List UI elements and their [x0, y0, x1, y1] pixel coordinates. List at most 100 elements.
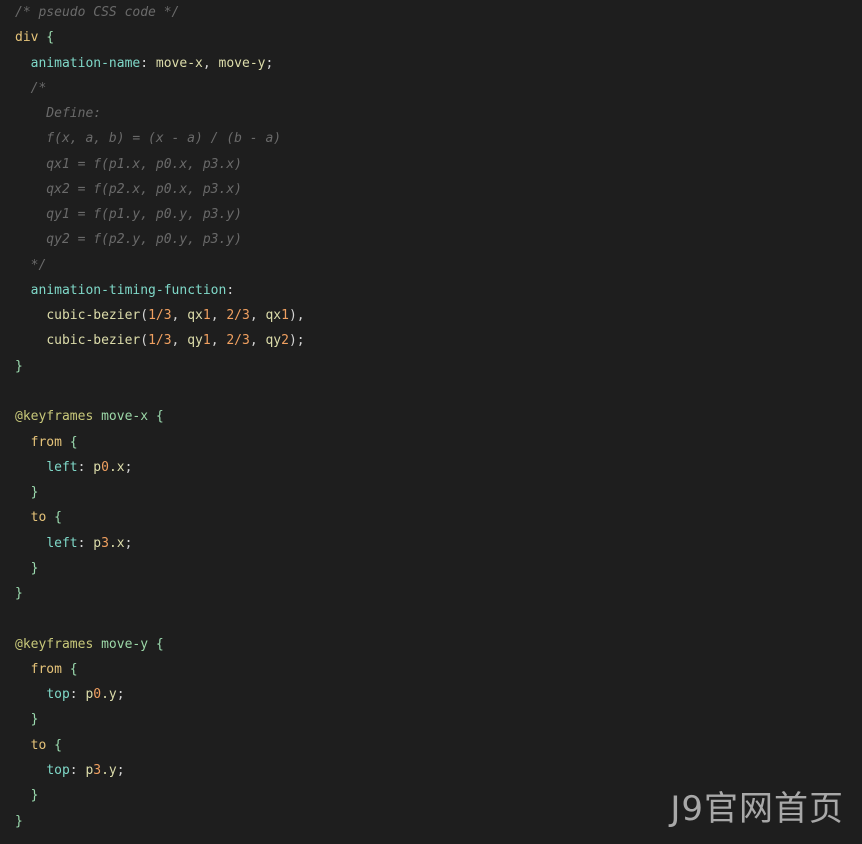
code-token: to — [30, 737, 47, 753]
code-line: @keyframes move-y { — [15, 632, 305, 657]
code-token: 2/3 — [226, 308, 250, 324]
code-line: } — [15, 809, 305, 834]
code-line: from { — [15, 657, 305, 682]
code-line: } — [15, 707, 305, 732]
code-token: ( — [140, 308, 149, 324]
code-token: Define: — [15, 106, 102, 122]
code-token: ; — [116, 762, 125, 778]
code-token: 1/3 — [148, 333, 172, 349]
code-token: .y — [101, 762, 117, 778]
code-line: } — [15, 556, 305, 581]
code-token: div — [15, 30, 39, 46]
code-token: } — [15, 485, 39, 501]
code-line: /* — [15, 76, 305, 101]
code-token: 1 — [202, 333, 211, 349]
code-token: { — [46, 737, 62, 753]
code-token: 3 — [93, 762, 102, 778]
code-line: top: p0.y; — [15, 682, 305, 707]
code-line: left: p3.x; — [15, 531, 305, 556]
code-line: */ — [15, 253, 305, 278]
code-token: 0 — [93, 687, 102, 703]
code-line: to { — [15, 733, 305, 758]
code-token: , — [210, 308, 227, 324]
code-token: { — [148, 636, 164, 652]
code-line: qx2 = f(p2.x, p0.x, p3.x) — [15, 177, 305, 202]
code-token: : — [77, 459, 94, 475]
code-token: , — [249, 308, 266, 324]
code-token: } — [15, 788, 39, 804]
code-token: .y — [101, 687, 117, 703]
code-token: { — [148, 409, 164, 425]
code-token: 1 — [202, 308, 211, 324]
code-line: } — [15, 783, 305, 808]
code-token: move-y — [218, 55, 266, 71]
code-token: , — [171, 308, 188, 324]
code-token: : — [77, 535, 94, 551]
code-token: left — [46, 459, 78, 475]
code-token: 3 — [101, 535, 109, 551]
code-token: cubic-bezier — [46, 308, 141, 324]
code-token: move-x — [155, 55, 203, 71]
code-token: , — [210, 333, 227, 349]
code-line: from { — [15, 430, 305, 455]
code-line: qy2 = f(p2.y, p0.y, p3.y) — [15, 227, 305, 252]
code-token: , — [171, 333, 188, 349]
code-token: 2 — [281, 333, 289, 349]
code-token: : — [140, 55, 156, 71]
code-line: } — [15, 354, 305, 379]
code-line: Define: — [15, 101, 305, 126]
code-token: top — [46, 687, 70, 703]
code-token: qy2 = f(p2.y, p0.y, p3.y) — [15, 232, 242, 248]
code-token: ; — [124, 535, 133, 551]
code-token: from — [30, 434, 62, 450]
code-line: cubic-bezier(1/3, qx1, 2/3, qx1), — [15, 303, 304, 328]
code-token: /* — [15, 80, 47, 96]
code-token: @keyframes — [15, 636, 94, 652]
code-line: animation-timing-function: — [15, 278, 305, 303]
code-block: /* pseudo CSS code */ div { animation-nam… — [15, 0, 305, 834]
code-token: */ — [15, 257, 47, 273]
code-token: } — [15, 813, 23, 829]
code-token: f(x, a, b) = (x - a) / (b - a) — [15, 131, 282, 147]
code-token: ; — [265, 55, 274, 71]
code-token: qy — [187, 333, 203, 349]
code-line: @keyframes move-x { — [15, 404, 305, 429]
code-token: qy1 = f(p1.y, p0.y, p3.y) — [15, 207, 242, 223]
code-line: to { — [15, 505, 305, 530]
code-token: to — [30, 510, 47, 526]
code-token: p — [93, 459, 102, 475]
code-line: } — [15, 581, 305, 606]
code-token: { — [38, 30, 55, 46]
code-token: .x — [108, 535, 125, 551]
code-token: { — [46, 510, 62, 526]
code-token: animation-name — [30, 55, 141, 71]
code-token: ; — [124, 459, 133, 475]
code-token: } — [15, 586, 23, 602]
code-line: qy1 = f(p1.y, p0.y, p3.y) — [15, 202, 305, 227]
code-line: div { — [15, 25, 305, 50]
code-token: cubic-bezier — [46, 333, 141, 349]
code-token: 1/3 — [148, 308, 172, 324]
code-token: : — [226, 282, 235, 298]
code-line: animation-name: move-x, move-y; — [15, 51, 305, 76]
code-token: /* pseudo CSS code */ — [15, 5, 180, 20]
code-token: } — [15, 560, 39, 576]
code-token: } — [15, 358, 23, 374]
code-line: /* pseudo CSS code */ — [15, 0, 305, 25]
code-token: qx — [187, 308, 203, 324]
code-token: ); — [288, 333, 305, 349]
code-token: move-x — [101, 409, 149, 425]
